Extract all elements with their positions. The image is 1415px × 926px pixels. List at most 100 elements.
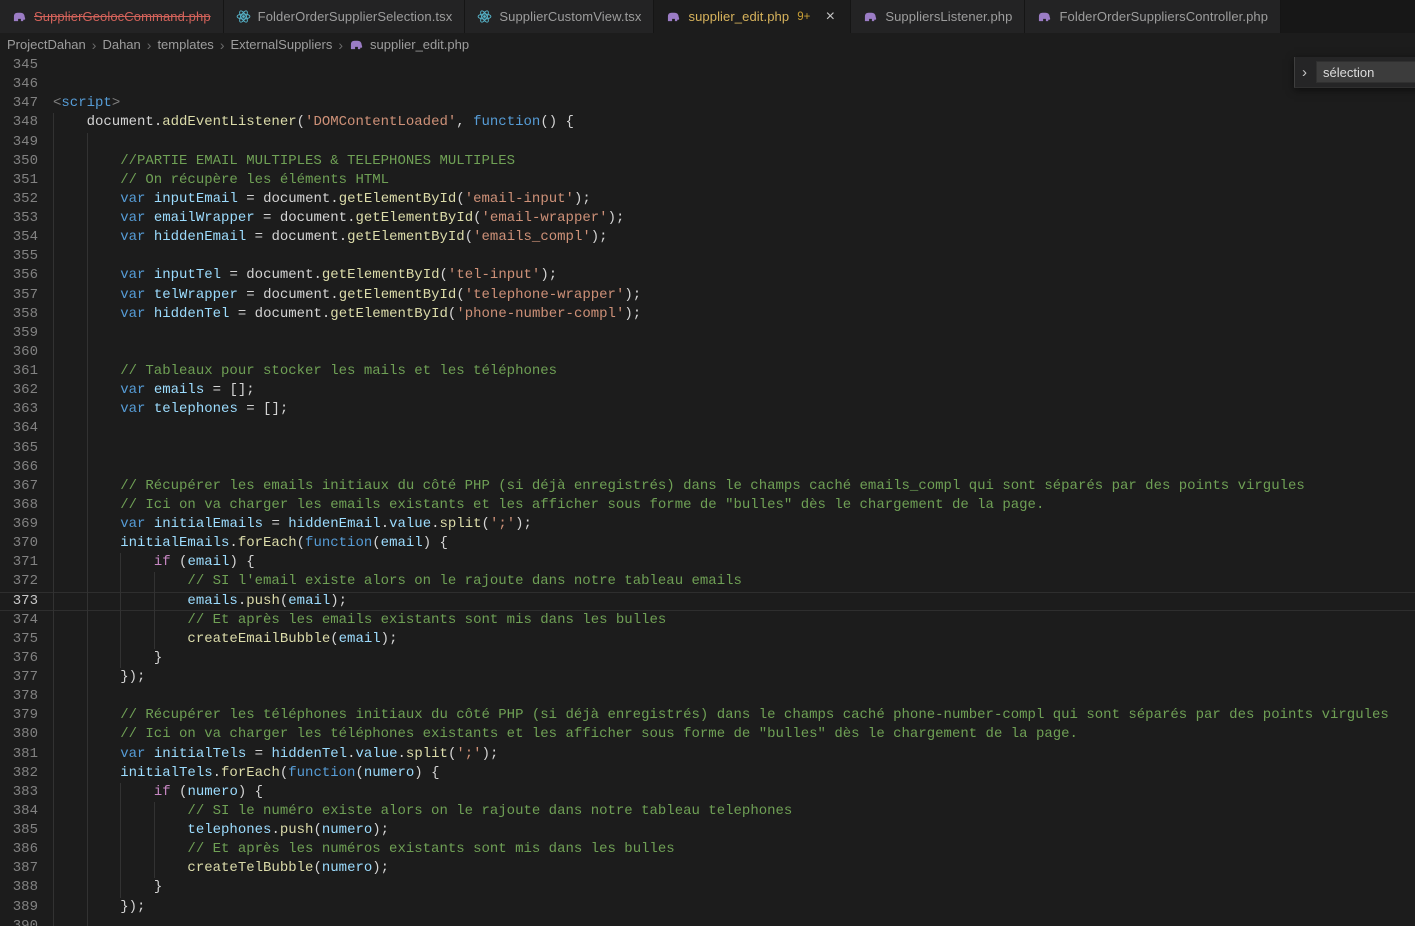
code-line[interactable]: 365: [0, 439, 1415, 458]
code-line[interactable]: 381var initialTels = hiddenTel.value.spl…: [0, 745, 1415, 764]
code-line[interactable]: 366: [0, 458, 1415, 477]
token: );: [574, 191, 591, 207]
token: [145, 210, 153, 226]
line-number: 355: [0, 247, 38, 266]
code-line[interactable]: 359: [0, 324, 1415, 343]
code-text: var emails = [];: [53, 381, 255, 400]
code-line[interactable]: 360: [0, 343, 1415, 362]
code-line[interactable]: 345: [0, 56, 1415, 75]
code-line[interactable]: 378: [0, 687, 1415, 706]
code-line[interactable]: 352var inputEmail = document.getElementB…: [0, 190, 1415, 209]
code-line[interactable]: 371if (email) {: [0, 553, 1415, 572]
code-line[interactable]: 385telephones.push(numero);: [0, 821, 1415, 840]
code-line[interactable]: 358var hiddenTel = document.getElementBy…: [0, 305, 1415, 324]
code-line[interactable]: 347<script>: [0, 94, 1415, 113]
code-area[interactable]: 345346347<script>348document.addEventLis…: [0, 56, 1415, 926]
code-line[interactable]: 368// Ici on va charger les emails exist…: [0, 496, 1415, 515]
tab-SupplierCustomView.tsx[interactable]: SupplierCustomView.tsx: [465, 0, 654, 33]
tab-SupplierGeolocCommand.php[interactable]: SupplierGeolocCommand.php: [0, 0, 224, 33]
token: );: [372, 822, 389, 838]
code-line[interactable]: 362var emails = [];: [0, 381, 1415, 400]
code-text: var inputEmail = document.getElementById…: [53, 190, 591, 209]
code-line[interactable]: 376}: [0, 649, 1415, 668]
token: numero: [322, 860, 372, 876]
breadcrumb-item[interactable]: ProjectDahan: [7, 37, 86, 52]
code-line[interactable]: 354var hiddenEmail = document.getElement…: [0, 228, 1415, 247]
code-line[interactable]: 374// Et après les emails existants sont…: [0, 611, 1415, 630]
code-line[interactable]: 379// Récupérer les téléphones initiaux …: [0, 706, 1415, 725]
token: .: [271, 822, 279, 838]
token: inputEmail: [154, 191, 238, 207]
token: // Et après les numéros existants sont m…: [187, 841, 674, 857]
code-line[interactable]: 364: [0, 419, 1415, 438]
code-line[interactable]: 377});: [0, 668, 1415, 687]
code-line[interactable]: 346: [0, 75, 1415, 94]
code-line[interactable]: 386// Et après les numéros existants son…: [0, 840, 1415, 859]
code-line[interactable]: 372// SI l'email existe alors on le rajo…: [0, 572, 1415, 591]
code-line[interactable]: 389});: [0, 898, 1415, 917]
token: createTelBubble: [187, 860, 313, 876]
indent-guide: [87, 439, 88, 458]
code-line[interactable]: 380// Ici on va charger les téléphones e…: [0, 725, 1415, 744]
line-number: 350: [0, 152, 38, 171]
code-line[interactable]: 357var telWrapper = document.getElementB…: [0, 286, 1415, 305]
token: // Ici on va charger les téléphones exis…: [120, 726, 1078, 742]
code-line[interactable]: 350//PARTIE EMAIL MULTIPLES & TELEPHONES…: [0, 152, 1415, 171]
code-text: <script>: [53, 94, 120, 113]
token: =: [221, 267, 246, 283]
line-number: 364: [0, 419, 38, 438]
code-text: createTelBubble(numero);: [53, 859, 389, 878]
code-line[interactable]: 387createTelBubble(numero);: [0, 859, 1415, 878]
code-line[interactable]: 383if (numero) {: [0, 783, 1415, 802]
token: numero: [364, 765, 414, 781]
code-line[interactable]: 388}: [0, 878, 1415, 897]
code-line[interactable]: 369var initialEmails = hiddenEmail.value…: [0, 515, 1415, 534]
breadcrumb-item[interactable]: ExternalSuppliers: [230, 37, 332, 52]
token: (: [171, 554, 188, 570]
code-line[interactable]: 367// Récupérer les emails initiaux du c…: [0, 477, 1415, 496]
token: .: [330, 191, 338, 207]
code-text: var telWrapper = document.getElementById…: [53, 286, 641, 305]
token: var: [120, 287, 145, 303]
token: .: [381, 516, 389, 532]
code-line[interactable]: 370initialEmails.forEach(function(email)…: [0, 534, 1415, 553]
code-line[interactable]: 390: [0, 917, 1415, 926]
code-line[interactable]: 349: [0, 133, 1415, 152]
tab-FolderOrderSuppliersController.php[interactable]: FolderOrderSuppliersController.php: [1025, 0, 1281, 33]
breadcrumb-item[interactable]: Dahan: [102, 37, 140, 52]
code-line[interactable]: 351// On récupère les éléments HTML: [0, 171, 1415, 190]
find-input[interactable]: [1316, 61, 1415, 83]
code-line[interactable]: 361 // Tableaux pour stocker les mails et…: [0, 362, 1415, 381]
breadcrumb-item[interactable]: templates: [157, 37, 213, 52]
find-toggle-chevron-icon[interactable]: ›: [1298, 64, 1311, 81]
line-number: 361: [0, 362, 38, 381]
token: initialEmails: [120, 535, 229, 551]
token: );: [372, 860, 389, 876]
code-text: var initialTels = hiddenTel.value.split(…: [53, 745, 498, 764]
token: .: [313, 267, 321, 283]
breadcrumb-file[interactable]: supplier_edit.php: [370, 37, 469, 52]
tab-supplier_edit.php[interactable]: supplier_edit.php9+×: [654, 0, 851, 33]
code-line[interactable]: 363var telephones = [];: [0, 400, 1415, 419]
close-icon[interactable]: ×: [822, 9, 838, 25]
code-text: var hiddenEmail = document.getElementByI…: [53, 228, 608, 247]
token: createEmailBubble: [187, 631, 330, 647]
code-line[interactable]: 375createEmailBubble(email);: [0, 630, 1415, 649]
token: (: [456, 191, 464, 207]
indent-guide: [87, 917, 88, 926]
code-line[interactable]: 373emails.push(email);: [0, 592, 1415, 611]
tab-FolderOrderSupplierSelection.tsx[interactable]: FolderOrderSupplierSelection.tsx: [224, 0, 466, 33]
code-line[interactable]: 355: [0, 247, 1415, 266]
tab-SuppliersListener.php[interactable]: SuppliersListener.php: [851, 0, 1025, 33]
token: }: [154, 650, 162, 666]
token: );: [330, 593, 347, 609]
token: 'email-input': [465, 191, 574, 207]
code-line[interactable]: 348document.addEventListener('DOMContent…: [0, 113, 1415, 132]
code-line[interactable]: 356var inputTel = document.getElementByI…: [0, 266, 1415, 285]
code-line[interactable]: 384// SI le numéro existe alors on le ra…: [0, 802, 1415, 821]
code-line[interactable]: 382initialTels.forEach(function(numero) …: [0, 764, 1415, 783]
code-line[interactable]: 353var emailWrapper = document.getElemen…: [0, 209, 1415, 228]
code-text: // Tableaux pour stocker les mails et le…: [53, 362, 557, 381]
line-number: 358: [0, 305, 38, 324]
tab-label: SupplierCustomView.tsx: [499, 9, 641, 24]
